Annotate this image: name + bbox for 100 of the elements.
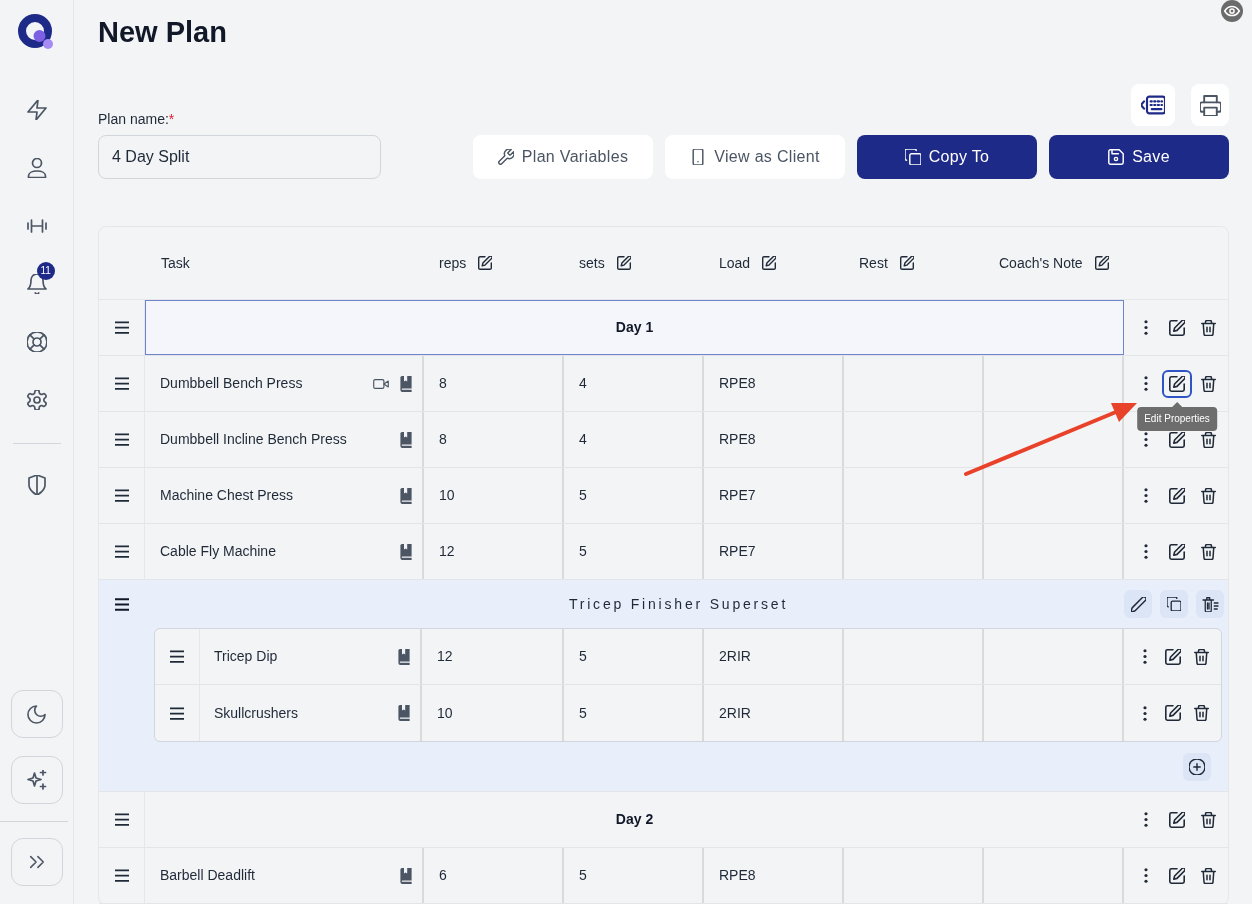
trash-list-icon[interactable] (1201, 596, 1219, 612)
copy-superset-button[interactable] (1160, 590, 1188, 618)
eye-icon[interactable] (1221, 0, 1243, 22)
edit-icon[interactable] (1169, 487, 1185, 504)
trash-icon[interactable] (1200, 375, 1216, 392)
column-header: Rest (859, 254, 888, 273)
edit-icon[interactable] (1165, 705, 1181, 721)
table-cell-text: 12 (439, 542, 455, 561)
settings-icon[interactable] (26, 390, 47, 410)
more-icon[interactable] (1144, 544, 1148, 559)
chevrons-right-icon[interactable] (27, 853, 46, 871)
trash-icon[interactable] (1200, 487, 1216, 504)
more-icon[interactable] (1144, 432, 1148, 447)
drag-handle-icon[interactable] (114, 433, 129, 446)
pencil-icon[interactable] (1130, 596, 1146, 612)
drag-handle-icon[interactable] (114, 377, 129, 390)
book-icon[interactable] (400, 543, 412, 560)
book-icon[interactable] (400, 375, 412, 392)
edit-icon[interactable] (762, 256, 777, 270)
trash-icon[interactable] (1200, 811, 1216, 828)
add-button[interactable] (1183, 752, 1211, 781)
table-cell-text: 2RIR (719, 647, 751, 666)
book-icon[interactable] (398, 705, 410, 721)
book-icon[interactable] (400, 431, 412, 448)
moon-icon[interactable] (27, 704, 46, 724)
smartphone-icon (690, 149, 707, 165)
edit-icon[interactable] (1169, 811, 1185, 828)
column-header: Load (719, 254, 751, 273)
edit-icon[interactable] (1169, 319, 1185, 336)
more-icon[interactable] (1144, 812, 1148, 827)
drag-handle-icon[interactable] (170, 706, 184, 720)
column-header: reps (439, 254, 467, 273)
delete-superset-button[interactable] (1196, 590, 1224, 618)
edit-icon[interactable] (616, 256, 631, 270)
edit-icon[interactable] (1169, 431, 1185, 448)
table-cell-text: 4 (579, 374, 587, 393)
view-as-client-button[interactable]: View as Client (665, 135, 845, 179)
edit-button[interactable] (1162, 369, 1192, 398)
save-button[interactable]: Save (1049, 135, 1229, 179)
edit-icon[interactable] (899, 256, 914, 270)
shield-icon[interactable] (26, 475, 47, 495)
drag-handle-icon[interactable] (114, 869, 129, 882)
more-icon[interactable] (1144, 320, 1148, 335)
table-cell-text: 10 (439, 486, 455, 505)
trash-icon[interactable] (1200, 431, 1216, 448)
drag-handle-icon[interactable] (114, 813, 129, 826)
print-button[interactable] (1191, 84, 1229, 126)
printer-icon[interactable] (1199, 94, 1221, 116)
copy-icon[interactable] (1167, 597, 1181, 611)
book-icon[interactable] (400, 487, 412, 504)
ai-button[interactable] (10, 756, 63, 804)
notification-badge: 11 (36, 262, 55, 280)
more-icon[interactable] (1143, 649, 1147, 664)
variables-button[interactable]: Plan Variables (473, 135, 653, 179)
table-cell-text: 10 (437, 703, 453, 723)
edit-icon[interactable] (1169, 375, 1185, 392)
page-title: New Plan (98, 15, 227, 50)
edit-icon[interactable] (1165, 648, 1181, 665)
lifebuoy-icon[interactable] (26, 332, 47, 352)
day-header[interactable]: Day 1 (145, 300, 1124, 355)
copy-to-button[interactable]: Copy To (857, 135, 1037, 179)
drag-handle-icon[interactable] (114, 321, 129, 334)
trash-icon[interactable] (1193, 648, 1209, 665)
edit-icon[interactable] (1169, 867, 1185, 884)
user-icon[interactable] (26, 158, 47, 178)
bell-icon[interactable] (26, 274, 47, 294)
lightning-icon[interactable] (26, 100, 47, 120)
keyboard-icon[interactable] (1141, 93, 1165, 117)
edit-icon[interactable] (1169, 543, 1185, 560)
dumbbell-icon[interactable] (26, 216, 47, 236)
drag-handle-icon[interactable] (170, 650, 184, 663)
keyboard-button[interactable] (1131, 84, 1175, 126)
table-cell-text: Barbell Deadlift (160, 866, 255, 885)
book-icon[interactable] (398, 648, 410, 665)
edit-icon[interactable] (478, 256, 493, 270)
video-icon[interactable] (373, 376, 389, 391)
trash-icon[interactable] (1200, 319, 1216, 336)
more-icon[interactable] (1144, 488, 1148, 503)
book-icon[interactable] (400, 867, 412, 884)
trash-icon[interactable] (1200, 543, 1216, 560)
drag-handle-icon[interactable] (114, 545, 129, 558)
table-cell-text: 4 (579, 430, 587, 449)
table-cell-text: Machine Chest Press (160, 486, 294, 505)
day-header[interactable]: Day 2 (145, 792, 1124, 847)
plan-name-input[interactable]: 4 Day Split (98, 135, 381, 179)
circle-plus-icon[interactable] (1189, 758, 1205, 775)
edit-icon[interactable] (1094, 256, 1109, 270)
superset-title: Tricep Finisher Superset (568, 594, 789, 614)
drag-handle-icon[interactable] (114, 489, 129, 502)
sparkles-icon[interactable] (26, 770, 47, 790)
more-icon[interactable] (1144, 376, 1148, 391)
trash-icon[interactable] (1193, 705, 1209, 721)
drag-handle-icon[interactable] (115, 597, 129, 611)
more-icon[interactable] (1143, 705, 1147, 721)
table-cell-text: 5 (579, 647, 587, 666)
more-icon[interactable] (1144, 868, 1148, 883)
table-cell-text: 5 (579, 866, 587, 885)
dark-mode-button[interactable] (10, 690, 63, 738)
edit-superset-button[interactable] (1124, 590, 1152, 618)
trash-icon[interactable] (1200, 867, 1216, 884)
